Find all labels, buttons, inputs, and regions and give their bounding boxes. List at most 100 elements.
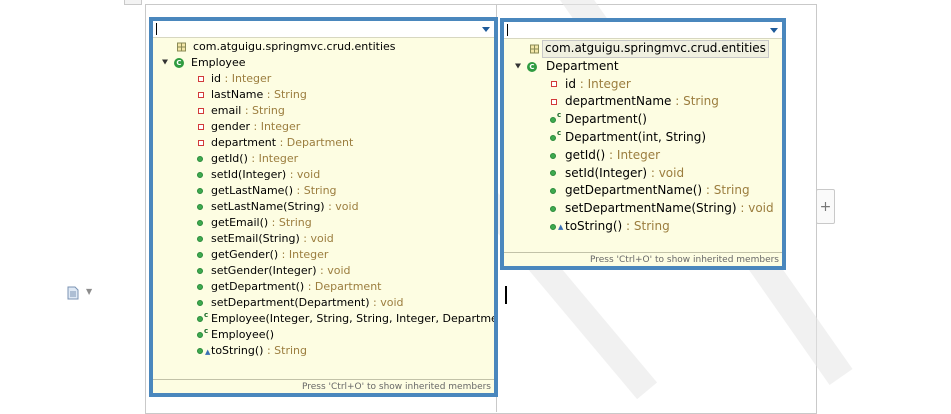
member-type: : Integer xyxy=(575,76,631,91)
member-type: : void xyxy=(647,165,685,180)
collapse-icon[interactable] xyxy=(515,63,521,69)
filter-input[interactable] xyxy=(153,21,494,38)
class-name: Employee xyxy=(191,56,246,69)
collapse-icon[interactable] xyxy=(162,59,168,65)
member-row[interactable]: getEmail() : String xyxy=(153,215,494,231)
public-method-icon xyxy=(550,188,556,195)
class-row[interactable]: C Employee xyxy=(153,55,494,71)
member-row[interactable]: setGender(Integer) : void xyxy=(153,263,494,279)
document-icon[interactable] xyxy=(67,286,79,300)
class-row[interactable]: C Department xyxy=(504,58,782,76)
member-row[interactable]: id : Integer xyxy=(504,76,782,94)
member-name: getGender() : Integer xyxy=(211,248,329,261)
member-type: : Integer xyxy=(605,147,661,162)
class-icon: C xyxy=(527,61,537,72)
member-row[interactable]: getId() : Integer xyxy=(504,147,782,165)
filter-caret xyxy=(156,23,157,35)
member-name: id : Integer xyxy=(211,72,272,85)
member-row[interactable]: c Department(int, String) xyxy=(504,129,782,147)
package-name: com.atguigu.springmvc.crud.entities xyxy=(193,40,396,53)
package-icon xyxy=(177,42,186,52)
member-row[interactable]: getDepartmentName() : String xyxy=(504,182,782,200)
constructor-marker-icon: c xyxy=(204,311,209,319)
member-name: setEmail(String) : void xyxy=(211,232,334,245)
member-name: getDepartment() : Department xyxy=(211,280,382,293)
package-icon xyxy=(530,44,539,54)
member-row[interactable]: ▲ toString() : String xyxy=(504,218,782,236)
public-method-icon xyxy=(197,284,203,290)
constructor-marker-icon: c xyxy=(204,327,209,335)
inherited-members-hint: Press 'Ctrl+O' to show inherited members xyxy=(153,379,494,393)
public-method-icon xyxy=(550,206,556,213)
member-row[interactable]: email : String xyxy=(153,103,494,119)
quick-outline-popup-employee: com.atguigu.springmvc.crud.entities C Empl… xyxy=(149,17,498,397)
member-name: getId() : Integer xyxy=(565,147,661,162)
filter-input[interactable] xyxy=(504,22,782,39)
top-handle xyxy=(124,0,142,5)
member-type: : Integer xyxy=(250,120,301,133)
member-type: : Integer xyxy=(278,248,329,261)
member-row[interactable]: setEmail(String) : void xyxy=(153,231,494,247)
override-marker-icon: ▲ xyxy=(558,222,564,231)
override-marker-icon: ▲ xyxy=(205,348,211,356)
outline-tree: com.atguigu.springmvc.crud.entities C Depa… xyxy=(504,40,782,236)
constructor-marker-icon: c xyxy=(557,128,562,137)
member-type: : Integer xyxy=(221,72,272,85)
member-row[interactable]: c Employee() xyxy=(153,327,494,343)
text-cursor xyxy=(505,286,507,304)
private-field-icon xyxy=(198,76,204,82)
member-name: gender : Integer xyxy=(211,120,301,133)
member-row[interactable]: getLastName() : String xyxy=(153,183,494,199)
member-name: id : Integer xyxy=(565,76,631,91)
member-name: setGender(Integer) : void xyxy=(211,264,351,277)
member-name: email : String xyxy=(211,104,285,117)
public-method-icon xyxy=(197,156,203,162)
member-type: : String xyxy=(263,88,307,101)
member-row[interactable]: id : Integer xyxy=(153,71,494,87)
member-type: : String xyxy=(241,104,285,117)
public-method-icon xyxy=(197,252,203,258)
member-row[interactable]: setId(Integer) : void xyxy=(504,165,782,183)
member-row[interactable]: setLastName(String) : void xyxy=(153,199,494,215)
add-button[interactable]: + xyxy=(816,189,835,224)
member-row[interactable]: department : Department xyxy=(153,135,494,151)
member-row[interactable]: getGender() : Integer xyxy=(153,247,494,263)
dropdown-arrow-icon[interactable] xyxy=(770,28,778,33)
chevron-down-icon[interactable]: ▼ xyxy=(86,287,92,296)
member-row[interactable]: getId() : Integer xyxy=(153,151,494,167)
member-name: departmentName : String xyxy=(565,94,719,109)
member-row[interactable]: lastName : String xyxy=(153,87,494,103)
member-type: : void xyxy=(286,168,321,181)
member-name: toString() : String xyxy=(211,344,307,357)
member-name: setId(Integer) : void xyxy=(211,168,321,181)
private-field-icon xyxy=(198,108,204,114)
private-field-icon xyxy=(198,140,204,146)
package-row[interactable]: com.atguigu.springmvc.crud.entities xyxy=(153,39,494,55)
public-method-icon xyxy=(550,170,556,177)
member-row[interactable]: setDepartmentName(String) : void xyxy=(504,200,782,218)
outline-body: com.atguigu.springmvc.crud.entities C Depa… xyxy=(504,22,782,266)
member-type: : String xyxy=(263,344,307,357)
member-row[interactable]: ▲ toString() : String xyxy=(153,343,494,359)
member-name: Employee() xyxy=(211,328,275,341)
public-method-icon xyxy=(197,236,203,242)
member-type: : void xyxy=(369,296,404,309)
member-type: : String xyxy=(702,183,750,198)
member-row[interactable]: setId(Integer) : void xyxy=(153,167,494,183)
member-type: : void xyxy=(324,200,359,213)
member-name: Department() xyxy=(565,112,647,127)
package-row[interactable]: com.atguigu.springmvc.crud.entities xyxy=(504,40,782,58)
member-row[interactable]: getDepartment() : Department xyxy=(153,279,494,295)
add-button-label: + xyxy=(819,198,832,215)
member-name: setDepartmentName(String) : void xyxy=(565,201,774,216)
constructor-marker-icon: c xyxy=(557,111,562,120)
member-row[interactable]: c Department() xyxy=(504,111,782,129)
private-field-icon xyxy=(551,99,557,106)
member-name: lastName : String xyxy=(211,88,307,101)
member-name: Department(int, String) xyxy=(565,129,707,144)
dropdown-arrow-icon[interactable] xyxy=(482,27,490,32)
member-row[interactable]: departmentName : String xyxy=(504,93,782,111)
member-row[interactable]: gender : Integer xyxy=(153,119,494,135)
filter-caret xyxy=(507,24,508,36)
member-name: setLastName(String) : void xyxy=(211,200,359,213)
